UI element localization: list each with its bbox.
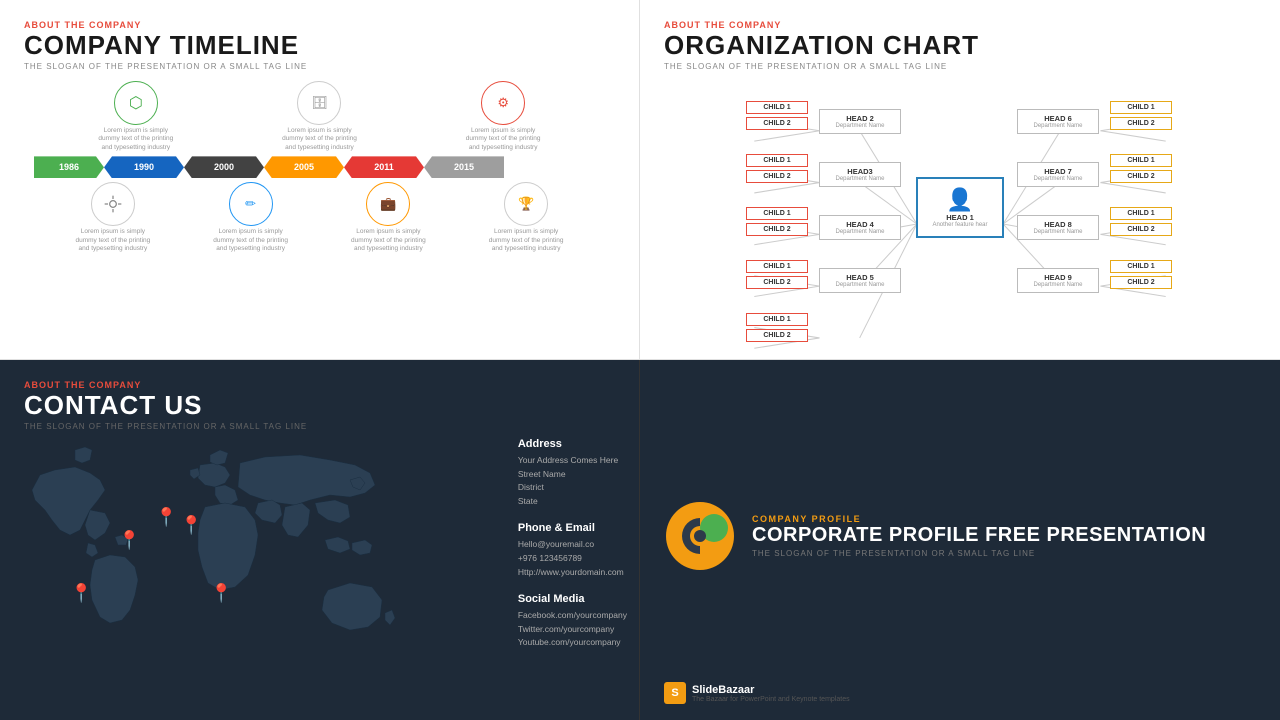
org-main-head: 👤 HEAD 1 Another feature hear [916, 177, 1004, 238]
timeline-bar: 1986 1990 2000 2005 2011 2015 [24, 156, 615, 178]
timeline-text-5: Lorem ipsum is simply dummy text of the … [211, 228, 291, 253]
seg-1990: 1990 [104, 156, 184, 178]
corp-main-title: CORPORATE PROFILE FREE PRESENTATION [752, 524, 1206, 546]
timeline-text-6: Lorem ipsum is simply dummy text of the … [348, 228, 428, 253]
timeline-text-2: Lorem ipsum is simply dummy text of the … [279, 127, 359, 152]
timeline-circle-6: 💼 [366, 182, 410, 226]
contact-panel: ABOUT THE COMPANY CONTACT US THE SLOGAN … [0, 360, 640, 720]
corp-text-block: COMPANY PROFILE CORPORATE PROFILE FREE P… [752, 514, 1206, 558]
timeline-tagline: THE SLOGAN OF THE PRESENTATION OR A SMAL… [24, 62, 615, 71]
timeline-title: COMPANY TIMELINE [24, 32, 615, 58]
org-left-children-2: CHILD 1 CHILD 2 [746, 154, 808, 183]
phone-title: Phone & Email [518, 522, 627, 534]
org-head-8: HEAD 8 Department Name [1017, 215, 1099, 240]
org-right-children-1: CHILD 1 CHILD 2 [1110, 101, 1172, 130]
contact-info: Address Your Address Comes HereStreet Na… [518, 438, 627, 664]
slidebazaar-name: SlideBazaar [692, 684, 850, 696]
org-head-5: HEAD 5 Department Name [819, 268, 901, 293]
phone-section: Phone & Email Hello@youremail.co+976 123… [518, 522, 627, 579]
org-left-children-5: CHILD 1 CHILD 2 [746, 313, 808, 342]
org-chart-title: ORGANIZATION CHART [664, 32, 1256, 58]
timeline-circle-1: ⬡ [114, 81, 158, 125]
timeline-text-7: Lorem ipsum is simply dummy text of the … [486, 228, 566, 253]
seg-2005: 2005 [264, 156, 344, 178]
timeline-icon-5: ✏ Lorem ipsum is simply dummy text of th… [211, 182, 291, 253]
org-head-7: HEAD 7 Department Name [1017, 162, 1099, 187]
seg-1986: 1986 [34, 156, 104, 178]
timeline-icon-6: 💼 Lorem ipsum is simply dummy text of th… [348, 182, 428, 253]
about-label-2: ABOUT THE COMPANY [664, 20, 1256, 30]
timeline-icons-bottom: Lorem ipsum is simply dummy text of the … [24, 182, 615, 253]
timeline-icon-4: Lorem ipsum is simply dummy text of the … [73, 182, 153, 253]
slidebazaar-icon: S [664, 682, 686, 704]
corporate-panel: COMPANY PROFILE CORPORATE PROFILE FREE P… [640, 360, 1280, 720]
about-label-1: ABOUT THE COMPANY [24, 20, 615, 30]
timeline-icon-1: ⬡ Lorem ipsum is simply dummy text of th… [96, 81, 176, 152]
seg-2011: 2011 [344, 156, 424, 178]
pin-3: 📍 [70, 583, 92, 604]
org-left-children-1: CHILD 1 CHILD 2 [746, 101, 808, 130]
corporate-content: COMPANY PROFILE CORPORATE PROFILE FREE P… [664, 500, 1256, 580]
org-head-4: HEAD 4 Department Name [819, 215, 901, 240]
timeline-icon-7: 🏆 Lorem ipsum is simply dummy text of th… [486, 182, 566, 253]
seg-2015: 2015 [424, 156, 504, 178]
org-container: 👤 HEAD 1 Another feature hear HEAD 2 Dep… [664, 79, 1256, 369]
slidebazaar-sub: The Bazaar for PowerPoint and Keynote te… [692, 696, 850, 703]
phone-text: Hello@youremail.co+976 123456789Http://w… [518, 538, 627, 579]
timeline-panel: ABOUT THE COMPANY COMPANY TIMELINE THE S… [0, 0, 640, 360]
pin-2: 📍 [180, 515, 202, 536]
org-head-6: HEAD 6 Department Name [1017, 109, 1099, 134]
social-title: Social Media [518, 593, 627, 605]
org-left-children-4: CHILD 1 CHILD 2 [746, 260, 808, 289]
timeline-circle-2: 🗄 [297, 81, 341, 125]
timeline-circle-3: ⚙ [481, 81, 525, 125]
address-section: Address Your Address Comes HereStreet Na… [518, 438, 627, 508]
org-left-children-3: CHILD 1 CHILD 2 [746, 207, 808, 236]
seg-2000: 2000 [184, 156, 264, 178]
world-map-container: 📍 📍 📍 📍 📍 [10, 435, 440, 705]
timeline-text-4: Lorem ipsum is simply dummy text of the … [73, 228, 153, 253]
company-profile-label: COMPANY PROFILE [752, 514, 1206, 524]
address-text: Your Address Comes HereStreet NameDistri… [518, 454, 627, 508]
corp-tagline: THE SLOGAN OF THE PRESENTATION OR A SMAL… [752, 549, 1206, 558]
timeline-circle-4 [91, 182, 135, 226]
org-chart-tagline: THE SLOGAN OF THE PRESENTATION OR A SMAL… [664, 62, 1256, 71]
pin-1: 📍 [118, 530, 140, 551]
timeline-text-3: Lorem ipsum is simply dummy text of the … [463, 127, 543, 152]
timeline-text-1: Lorem ipsum is simply dummy text of the … [96, 127, 176, 152]
corp-logo-svg [664, 500, 736, 572]
corp-logo [664, 500, 736, 572]
social-section: Social Media Facebook.com/yourcompanyTwi… [518, 593, 627, 650]
timeline-circle-5: ✏ [229, 182, 273, 226]
org-head-3: HEAD3 Department Name [819, 162, 901, 187]
about-label-3: ABOUT THE COMPANY [24, 380, 615, 390]
contact-title: CONTACT US [24, 392, 615, 418]
org-right-children-4: CHILD 1 CHILD 2 [1110, 260, 1172, 289]
slidebazaar-brand: S SlideBazaar The Bazaar for PowerPoint … [664, 682, 850, 704]
timeline-icon-2: 🗄 Lorem ipsum is simply dummy text of th… [279, 81, 359, 152]
pin-4: 📍 [210, 583, 232, 604]
timeline-circle-7: 🏆 [504, 182, 548, 226]
social-text: Facebook.com/yourcompanyTwitter.com/your… [518, 609, 627, 650]
timeline-icons-top: ⬡ Lorem ipsum is simply dummy text of th… [24, 81, 615, 152]
timeline-area: ⬡ Lorem ipsum is simply dummy text of th… [24, 81, 615, 254]
org-nodes: 👤 HEAD 1 Another feature hear HEAD 2 Dep… [664, 79, 1256, 369]
org-head-2: HEAD 2 Department Name [819, 109, 901, 134]
world-map-svg [10, 435, 440, 705]
pin-5: 📍 [155, 507, 177, 528]
corp-header: COMPANY PROFILE CORPORATE PROFILE FREE P… [664, 500, 1206, 572]
contact-tagline: THE SLOGAN OF THE PRESENTATION OR A SMAL… [24, 422, 615, 431]
org-right-children-3: CHILD 1 CHILD 2 [1110, 207, 1172, 236]
org-right-children-2: CHILD 1 CHILD 2 [1110, 154, 1172, 183]
timeline-icon-3: ⚙ Lorem ipsum is simply dummy text of th… [463, 81, 543, 152]
org-head-9: HEAD 9 Department Name [1017, 268, 1099, 293]
address-title: Address [518, 438, 627, 450]
org-chart-panel: ABOUT THE COMPANY ORGANIZATION CHART THE… [640, 0, 1280, 360]
slidebazaar-text-block: SlideBazaar The Bazaar for PowerPoint an… [692, 684, 850, 703]
